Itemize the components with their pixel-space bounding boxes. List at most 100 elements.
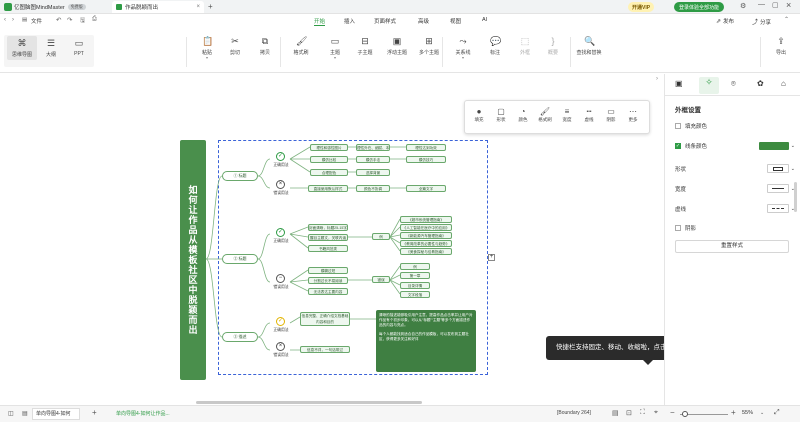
fill-color-row[interactable]: 填充颜色: [675, 122, 707, 130]
collapse-panel-icon[interactable]: ›: [656, 76, 658, 82]
line-color-row[interactable]: ✓ 线条颜色 ⌄: [675, 142, 795, 150]
subtopic-button[interactable]: ⊟ 子主题: [350, 36, 380, 56]
shape-dropdown[interactable]: [766, 164, 789, 173]
copy-button[interactable]: ⧉ 拷贝: [250, 36, 280, 56]
leaf-node[interactable]: 选择背景: [356, 169, 390, 176]
leaf-node[interactable]: 合理配色: [310, 169, 348, 176]
redo-icon[interactable]: ↷: [67, 16, 72, 24]
file-menu-icon[interactable]: ▤: [22, 17, 27, 23]
leaf-node[interactable]: 无法表达主要内容: [308, 288, 348, 295]
description-note[interactable]: 清晰的描述能够吸引用户注意，提高作品点击率并让用户对作品有个初步印象，可以从“标…: [376, 310, 476, 372]
paste-button[interactable]: 📋 粘贴 ▾: [192, 36, 222, 60]
sub-correct-1[interactable]: 正确用法: [266, 163, 296, 168]
reset-style-button[interactable]: 重置样式: [675, 240, 789, 253]
add-page-button[interactable]: +: [92, 408, 97, 417]
leaf-node[interactable]: 《美食探秘与佳肴指南》: [400, 248, 452, 255]
settings-icon[interactable]: ⚙: [740, 2, 746, 10]
tab-page-style[interactable]: 页面样式: [374, 17, 396, 25]
location-tab-icon[interactable]: ⌾: [731, 79, 736, 89]
save-icon[interactable]: 🖫: [80, 16, 85, 26]
file-menu[interactable]: 文件: [31, 17, 42, 25]
sparkle-tab-icon[interactable]: ✧: [699, 77, 719, 94]
leaf-node[interactable]: 醒目主题文，关联内涵: [308, 234, 348, 241]
callout-button[interactable]: 💬 标注: [480, 36, 510, 56]
share-button[interactable]: ⤴ 分享: [752, 17, 771, 27]
tab-insert[interactable]: 插入: [344, 17, 355, 25]
leaf-node[interactable]: 文字段落: [400, 291, 430, 298]
tab-view[interactable]: 视图: [450, 17, 461, 25]
leaf-node[interactable]: 理性和感性图片: [310, 144, 348, 151]
layout-icon[interactable]: ▤: [612, 409, 619, 417]
sub-wrong-1[interactable]: 错误用法: [266, 191, 296, 196]
shadow-row[interactable]: 阴影: [675, 224, 696, 232]
minimize-icon[interactable]: —: [758, 1, 765, 8]
leaf-node[interactable]: 模仿比较: [310, 156, 348, 163]
root-topic[interactable]: 如何让作品从模板社区中脱颖而出: [180, 140, 206, 380]
focus-icon[interactable]: ⌖: [654, 409, 658, 417]
chevron-down-icon[interactable]: ⌄: [760, 410, 764, 416]
line-color-swatch[interactable]: [758, 142, 789, 150]
leaf-node[interactable]: 例: [400, 263, 430, 270]
fill-color-checkbox[interactable]: [675, 123, 681, 129]
publish-button[interactable]: ⇗ 发布: [716, 17, 734, 26]
chevron-down-icon[interactable]: ▾: [448, 56, 478, 60]
login-button[interactable]: 登录体验全部功能: [674, 2, 725, 12]
leaf-node[interactable]: 颜色不协调: [356, 185, 390, 192]
zoom-in-button[interactable]: +: [731, 408, 736, 417]
chevron-down-icon[interactable]: ▾: [192, 56, 222, 60]
example-tag[interactable]: 错误: [372, 276, 390, 283]
leaf-node[interactable]: 直接使用默认样式: [308, 185, 348, 192]
leaf-node[interactable]: 目录详情: [400, 282, 430, 289]
leaf-node[interactable]: 第一章: [400, 272, 430, 279]
fit-icon[interactable]: ⊡: [626, 409, 632, 417]
view-mindmap[interactable]: ⌘ 思维导图: [7, 36, 37, 60]
leaf-node[interactable]: 《新能源汽车管理指南》: [400, 232, 452, 239]
page-list-icon[interactable]: ▤: [22, 410, 28, 417]
dash-dropdown[interactable]: [766, 204, 789, 213]
example-tag[interactable]: 例: [372, 233, 390, 240]
cut-button[interactable]: ✂ 剪切: [220, 36, 250, 56]
leaf-node[interactable]: 模糊过短: [308, 267, 348, 274]
line-color-checkbox[interactable]: ✓: [675, 143, 681, 149]
floating-topic-button[interactable]: ▣ 浮动主题: [382, 36, 412, 56]
zoom-out-button[interactable]: −: [670, 408, 675, 417]
collapse-ribbon-icon[interactable]: ⌃: [784, 16, 789, 23]
sub-correct-2[interactable]: 正确用法: [266, 239, 296, 244]
width-dropdown[interactable]: [766, 184, 789, 193]
horizontal-scrollbar[interactable]: [196, 401, 422, 404]
fullscreen-icon[interactable]: ⛶: [640, 409, 645, 417]
zoom-slider-handle[interactable]: [682, 411, 688, 417]
leaf-node[interactable]: 理性外在、细腻、本质论: [356, 144, 390, 151]
sub-correct-3[interactable]: 正确用法: [266, 328, 296, 333]
leaf-node[interactable]: 封面清晰，标题25-15字: [308, 224, 348, 231]
view-outline[interactable]: ☰ 大纲: [36, 36, 66, 60]
leaf-node[interactable]: 《超市系统管理指南》: [400, 216, 452, 223]
tab-advanced[interactable]: 高级: [418, 17, 429, 25]
summary-button[interactable]: } 概要: [538, 36, 568, 56]
view-ppt[interactable]: ▭ PPT: [64, 36, 94, 59]
format-brush-button[interactable]: 🖌 格式刷: [286, 36, 316, 56]
chevron-down-icon[interactable]: ⌄: [791, 143, 795, 149]
chevron-down-icon[interactable]: ⌄: [791, 166, 795, 172]
sub-wrong-2[interactable]: 错误用法: [266, 285, 296, 290]
undo-icon[interactable]: ↶: [56, 16, 61, 24]
style-tab-icon[interactable]: ▣: [675, 79, 683, 88]
print-icon[interactable]: ⎙: [92, 16, 97, 23]
mindmap-canvas[interactable]: ● 填充 ▢ 形状 ◔ 颜色 🖌 格式刷 ≡ 宽度 ┅ 虚线 ▭ 阴影 ⋯ 更多 +: [0, 74, 752, 405]
chevron-down-icon[interactable]: ▾: [320, 56, 350, 60]
find-replace-button[interactable]: 🔍 查找和替换: [574, 36, 604, 56]
export-button[interactable]: ⇪ 导出: [766, 36, 796, 56]
close-tab-icon[interactable]: ×: [196, 4, 200, 10]
leaf-node[interactable]: 信息不详，一句话带过: [300, 346, 350, 353]
vip-button[interactable]: 开通VIP: [628, 2, 655, 12]
leaf-node[interactable]: 《人工智能在医疗中的应用》: [400, 224, 452, 231]
leaf-node[interactable]: 信息完整、正确介绍文档基础内容和目的: [300, 312, 350, 326]
new-tab-icon[interactable]: +: [208, 2, 213, 11]
theme-tab-icon[interactable]: ✿: [757, 79, 764, 88]
expand-icon[interactable]: ⤢: [774, 409, 780, 417]
multi-topic-button[interactable]: ⊞ 多个主题: [414, 36, 444, 56]
task-tab-icon[interactable]: ⌂: [781, 79, 786, 88]
sub-wrong-3[interactable]: 错误用法: [266, 353, 296, 358]
panel-scrollbar[interactable]: [794, 182, 797, 212]
leaf-node[interactable]: 分割过长不易阅读: [308, 277, 348, 284]
